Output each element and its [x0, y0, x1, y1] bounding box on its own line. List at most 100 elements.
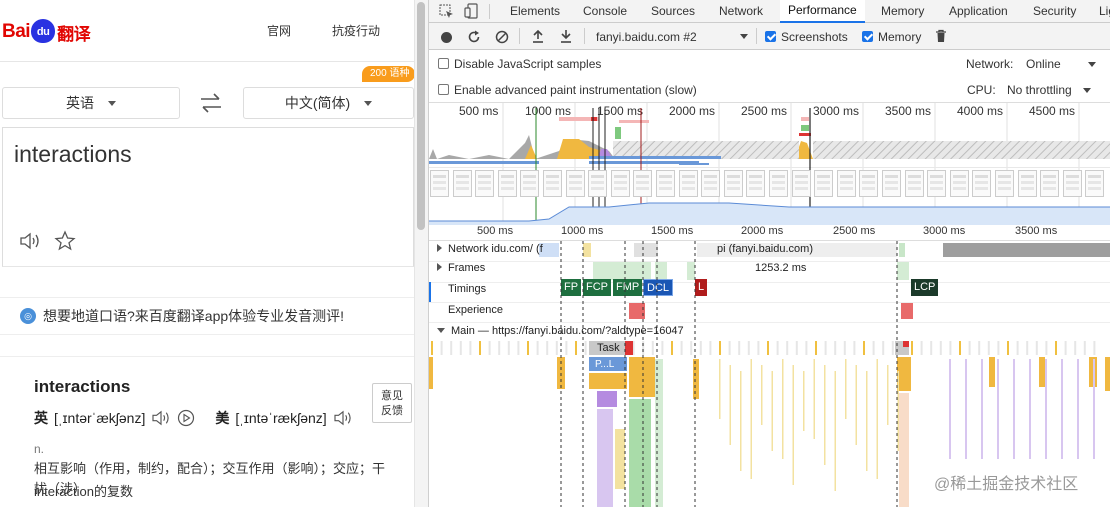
disable-js-samples-checkbox[interactable]: Disable JavaScript samples — [438, 57, 601, 71]
screenshots-filmstrip[interactable] — [429, 170, 1110, 198]
flame-task-sliver[interactable] — [920, 341, 923, 355]
flame-task-sliver[interactable] — [690, 341, 693, 355]
timing-marker-fp[interactable]: FP — [561, 279, 582, 296]
screenshot-thumbnail[interactable] — [723, 170, 743, 197]
screenshot-thumbnail[interactable] — [520, 170, 540, 197]
flame-layout-sliver[interactable] — [1093, 359, 1095, 459]
flame-task-sliver[interactable] — [978, 341, 981, 355]
screenshot-thumbnail[interactable] — [995, 170, 1014, 197]
flame-task-sliver[interactable] — [747, 341, 750, 355]
app-promo-banner[interactable]: ◎ 想要地道口语?来百度翻译app体验专业发音测评! — [0, 297, 414, 335]
flame-task-sliver[interactable] — [440, 341, 443, 355]
screenshot-thumbnail[interactable] — [701, 170, 721, 197]
screenshot-thumbnail[interactable] — [565, 170, 585, 197]
chevron-down-icon[interactable] — [1083, 88, 1091, 93]
source-text-area[interactable]: interactions — [2, 127, 414, 267]
flame-task-sliver[interactable] — [671, 341, 673, 355]
clear-icon[interactable] — [495, 30, 509, 44]
flame-script-block[interactable] — [693, 359, 699, 399]
flame-script-sliver[interactable] — [750, 359, 753, 479]
screenshot-thumbnail[interactable] — [927, 170, 947, 197]
flame-task-sliver[interactable] — [843, 341, 846, 355]
flame-task-sliver[interactable] — [479, 341, 481, 355]
screenshot-thumbnail[interactable] — [452, 170, 472, 197]
flame-task-sliver[interactable] — [450, 341, 453, 355]
flame-layout-sliver[interactable] — [1013, 359, 1015, 459]
flame-script-sliver[interactable] — [876, 359, 879, 479]
flame-task-sliver[interactable] — [987, 341, 990, 355]
flame-script-sliver[interactable] — [792, 365, 795, 485]
screenshot-thumbnail[interactable] — [633, 170, 653, 197]
flame-task-sliver[interactable] — [728, 341, 731, 355]
timeline-tracks[interactable]: Network idu.com/ (f pi (fanyi.baidu.com)… — [429, 241, 1110, 507]
inspect-element-icon[interactable] — [439, 4, 454, 19]
swap-languages-icon[interactable] — [199, 93, 223, 113]
trash-icon[interactable] — [935, 29, 947, 43]
screenshot-thumbnail[interactable] — [949, 170, 969, 197]
flame-task-sliver[interactable] — [815, 341, 817, 355]
flame-task-sliver[interactable] — [565, 341, 568, 355]
flame-task-sliver[interactable] — [575, 341, 577, 355]
source-language-select[interactable]: 英语 — [2, 87, 180, 119]
record-icon[interactable] — [441, 32, 452, 43]
screenshot-thumbnail[interactable] — [1062, 170, 1082, 197]
flame-task-sliver[interactable] — [1093, 341, 1096, 355]
tab-elements[interactable]: Elements — [510, 4, 560, 18]
flame-script-sliver[interactable] — [897, 371, 900, 451]
tab-lighthouse[interactable]: Lig — [1099, 4, 1110, 18]
flame-task-sliver[interactable] — [882, 341, 885, 355]
flame-task-sliver[interactable] — [680, 341, 683, 355]
flame-task-sliver[interactable] — [469, 341, 472, 355]
flame-task-sliver[interactable] — [517, 341, 520, 355]
flame-layout-sliver[interactable] — [1077, 359, 1079, 459]
flame-task-sliver[interactable] — [527, 341, 529, 355]
flame-task-sliver[interactable] — [834, 341, 837, 355]
flame-task-sliver[interactable] — [997, 341, 1000, 355]
tab-performance[interactable]: Performance — [780, 0, 865, 23]
flame-script-block[interactable] — [1039, 357, 1045, 387]
flame-script-block[interactable] — [615, 429, 625, 489]
flame-script-sliver[interactable] — [771, 371, 774, 451]
tab-console[interactable]: Console — [583, 4, 627, 18]
baidu-fanyi-logo[interactable]: Bai du 翻译 — [2, 16, 91, 48]
screenshot-thumbnail[interactable] — [497, 170, 517, 197]
screenshot-thumbnail[interactable] — [610, 170, 630, 197]
flame-task-sliver[interactable] — [949, 341, 952, 355]
flame-task-sliver[interactable] — [651, 341, 654, 355]
screenshot-thumbnail[interactable] — [430, 170, 449, 197]
flame-task-sliver[interactable] — [507, 341, 510, 355]
flame-layout-block[interactable] — [597, 409, 613, 507]
flame-layout-sliver[interactable] — [965, 359, 967, 459]
flame-task-sliver[interactable] — [1055, 341, 1057, 355]
chevron-down-icon[interactable] — [740, 34, 748, 39]
screenshot-thumbnail[interactable] — [904, 170, 924, 197]
timing-marker-lcp[interactable]: LCP — [911, 279, 939, 296]
timing-marker-dcl[interactable]: DCL — [643, 279, 674, 296]
screenshot-thumbnail[interactable] — [836, 170, 856, 197]
flame-script-sliver[interactable] — [813, 359, 816, 439]
screenshot-thumbnail[interactable] — [1017, 170, 1037, 197]
screenshot-thumbnail[interactable] — [656, 170, 675, 197]
flame-task-sliver[interactable] — [1045, 341, 1048, 355]
tab-application[interactable]: Application — [949, 4, 1008, 18]
flame-task-sliver[interactable] — [939, 341, 942, 355]
flame-task-sliver[interactable] — [1016, 341, 1019, 355]
network-throttle-select[interactable]: Online — [1026, 57, 1061, 71]
flame-task-sliver[interactable] — [555, 341, 558, 355]
network-track[interactable]: Network idu.com/ (f — [437, 243, 543, 255]
flame-task-sliver[interactable] — [853, 341, 856, 355]
flame-task-sliver[interactable] — [536, 341, 539, 355]
flame-long-task-marker[interactable] — [625, 341, 633, 355]
flame-script-block[interactable] — [429, 357, 433, 389]
flame-task-sliver[interactable] — [661, 341, 664, 355]
flame-task-sliver[interactable] — [719, 341, 721, 355]
flame-task-sliver[interactable] — [930, 341, 933, 355]
flame-script-sliver[interactable] — [803, 371, 805, 431]
screenshot-thumbnail[interactable] — [1040, 170, 1060, 197]
flame-script-sliver[interactable] — [761, 365, 763, 425]
cpu-throttle-select[interactable]: No throttling — [1007, 83, 1072, 97]
advanced-paint-checkbox[interactable]: Enable advanced paint instrumentation (s… — [438, 83, 697, 97]
screenshot-thumbnail[interactable] — [814, 170, 834, 197]
flame-task-sliver[interactable] — [699, 341, 702, 355]
flame-layout-sliver[interactable] — [1045, 359, 1047, 459]
